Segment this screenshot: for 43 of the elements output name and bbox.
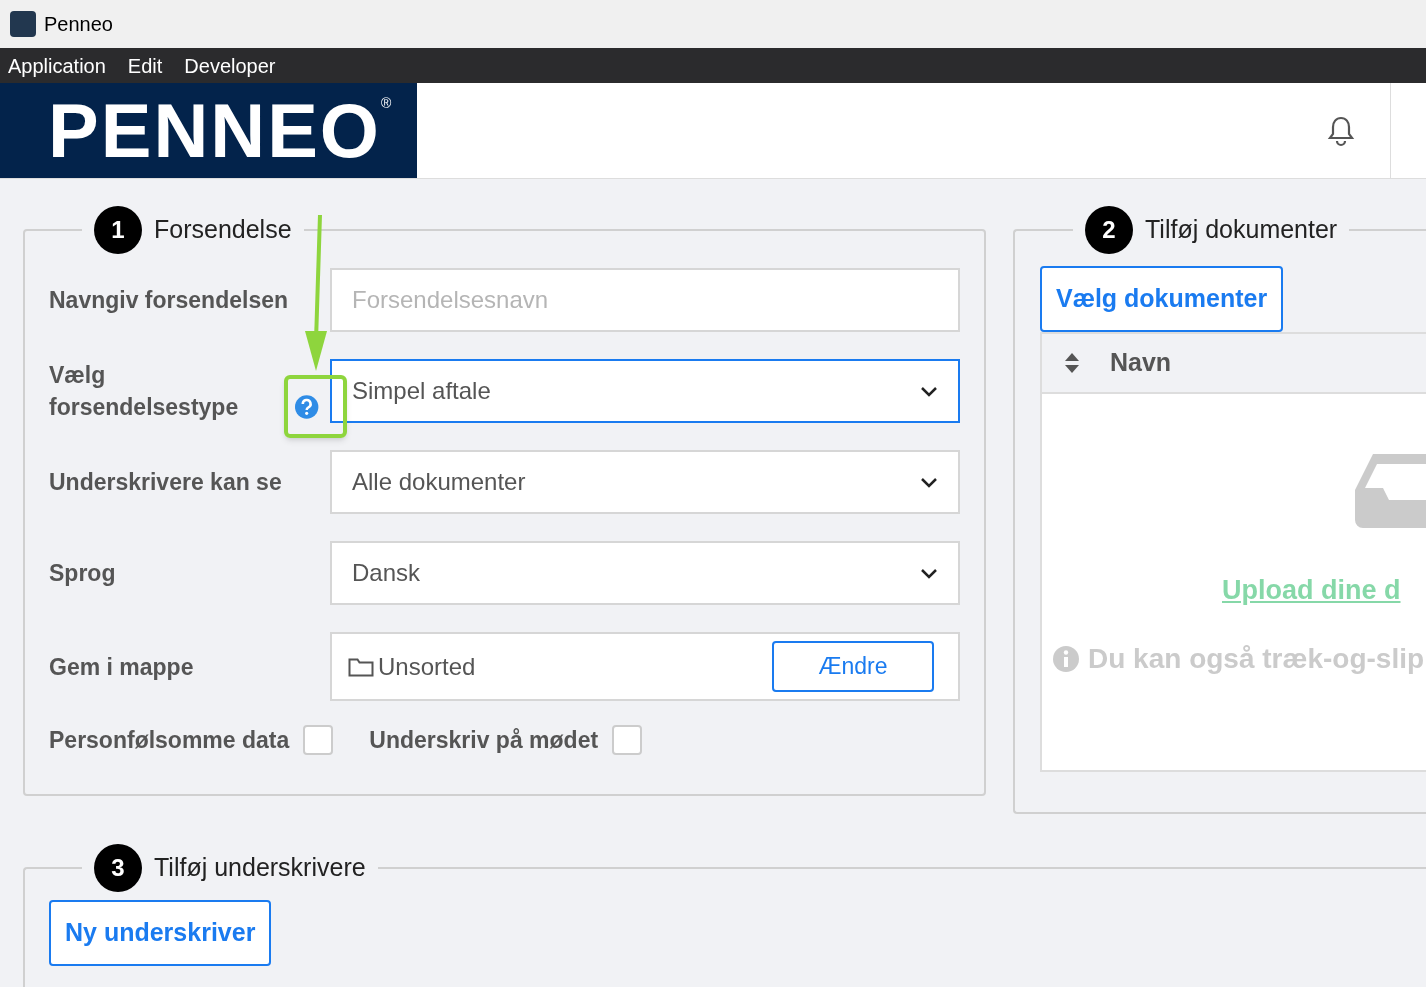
checkbox-label: Personfølsomme data: [49, 726, 290, 755]
step-number: 3: [94, 844, 142, 892]
menu-item[interactable]: Developer: [184, 50, 276, 81]
folder-value: Unsorted: [378, 651, 476, 682]
column-header[interactable]: Navn: [1110, 344, 1172, 382]
help-icon[interactable]: [293, 394, 319, 420]
select-value: Simpel aftale: [352, 376, 491, 406]
section-title: Tilføj dokumenter: [1145, 214, 1338, 246]
select-field[interactable]: Alle dokumenter: [330, 450, 960, 514]
field-label: Sprog: [49, 559, 116, 588]
folder-icon: [348, 656, 374, 677]
app-icon: [10, 11, 36, 37]
field-label: Vælg forsendelsestype: [49, 361, 240, 422]
select-value: Dansk: [352, 558, 421, 588]
field-label: Gem i mappe: [49, 652, 194, 682]
chevron-icon: [920, 385, 938, 397]
field-label: Navngiv forsendelsen: [49, 286, 289, 315]
select-field[interactable]: Dansk: [330, 541, 960, 605]
sort-icon[interactable]: [1064, 352, 1080, 374]
checkbox-label: Underskriv på mødet: [369, 726, 599, 755]
highlight-frame: [284, 375, 347, 438]
name-field[interactable]: Forsendelsesnavn: [330, 268, 960, 332]
step-number: 2: [1085, 206, 1133, 254]
inbox-icon: [1355, 454, 1426, 528]
field-label: Underskrivere kan se: [49, 468, 282, 497]
menu-item[interactable]: Edit: [127, 50, 163, 81]
chevron-icon: [920, 476, 938, 488]
info-icon: [1052, 645, 1080, 673]
window-title: Penneo: [44, 12, 113, 37]
change-button[interactable]: Ændre: [772, 641, 934, 692]
new-signer-button[interactable]: Ny underskriver: [49, 900, 272, 966]
checkbox[interactable]: [612, 725, 643, 756]
step-number: 1: [94, 206, 142, 254]
section-title: Forsendelse: [154, 214, 292, 246]
checkbox[interactable]: [303, 725, 334, 756]
chevron-icon: [920, 567, 938, 579]
choose-documents-button[interactable]: Vælg dokumenter: [1040, 266, 1284, 332]
select-field[interactable]: Simpel aftale: [330, 359, 960, 423]
bell-icon[interactable]: [1326, 114, 1356, 147]
menu-item[interactable]: Application: [8, 50, 106, 81]
select-value: Alle dokumenter: [352, 467, 526, 497]
logo: PENNEO®: [0, 83, 417, 178]
section-title: Tilføj underskrivere: [154, 852, 366, 884]
